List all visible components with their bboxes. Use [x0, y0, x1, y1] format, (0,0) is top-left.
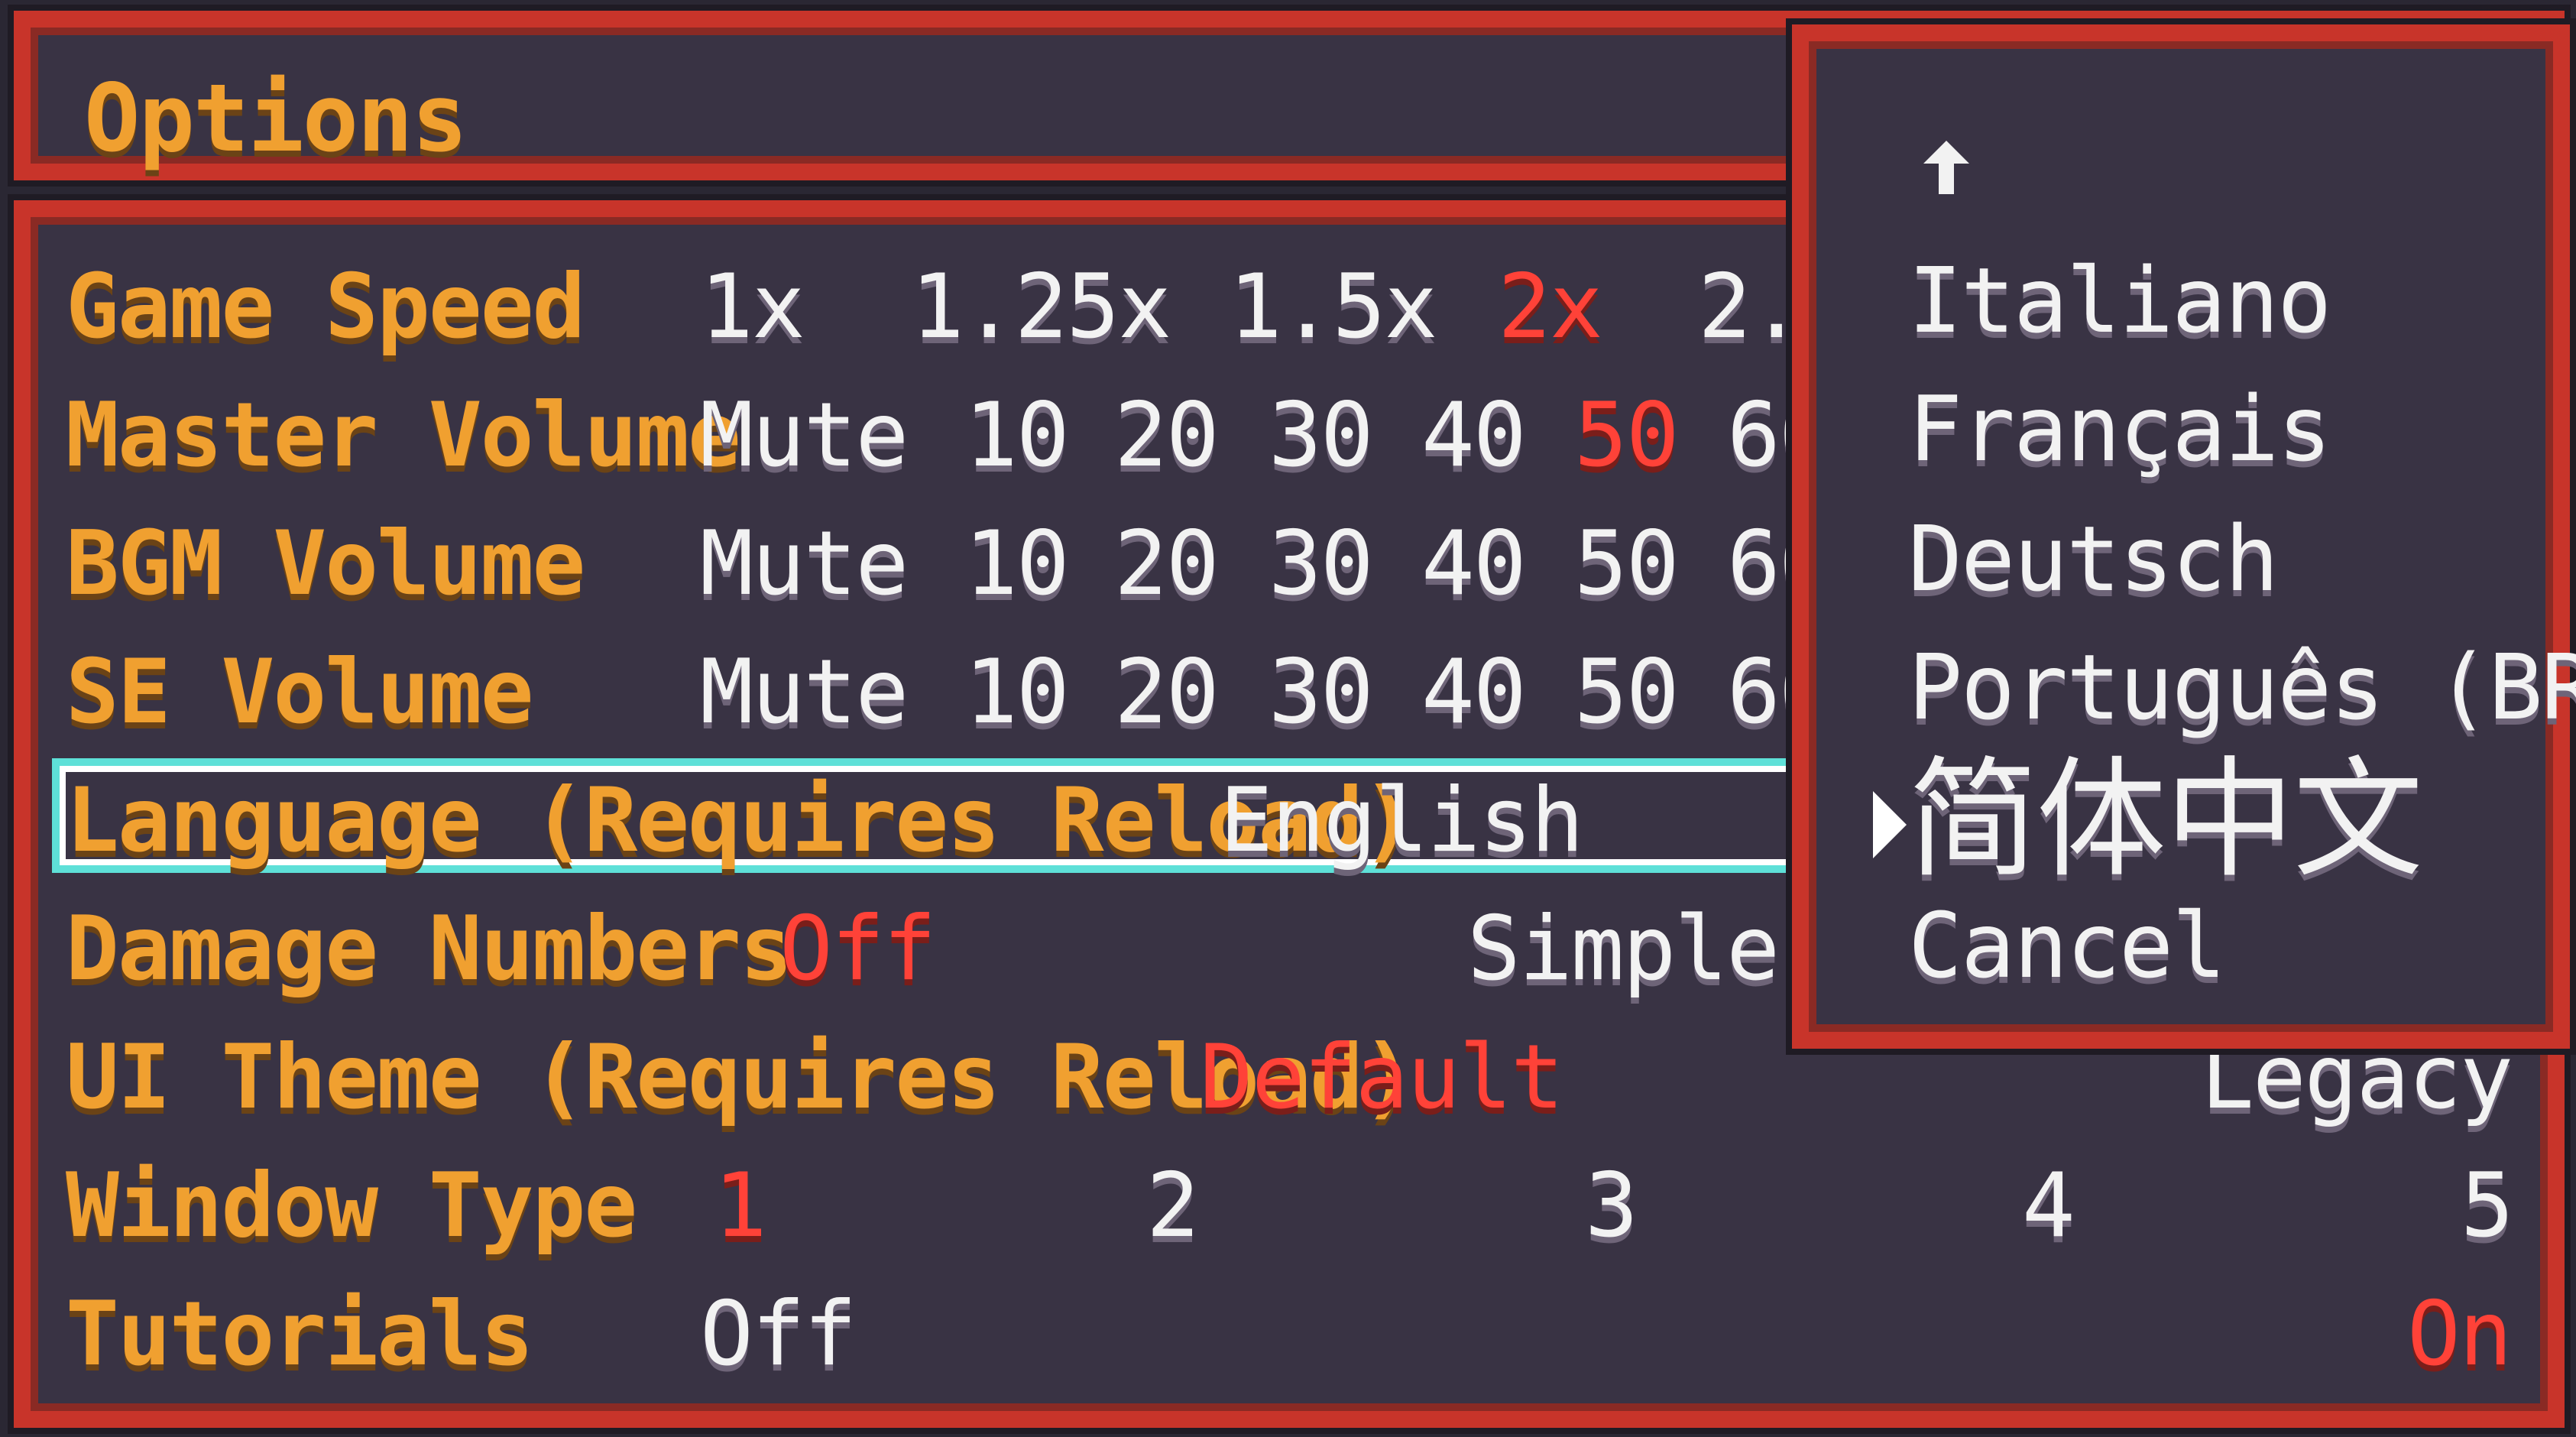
- language-menu-item[interactable]: Français: [1908, 384, 2331, 474]
- tutorials-option-selected[interactable]: On: [2407, 1290, 2513, 1379]
- window-type-option[interactable]: 5: [2461, 1162, 2514, 1250]
- bgm-volume-option[interactable]: 40: [1421, 520, 1527, 608]
- language-menu-item[interactable]: Deutsch: [1908, 514, 2279, 604]
- bgm-volume-option[interactable]: Mute: [700, 520, 909, 608]
- master-volume-option-selected[interactable]: 50: [1574, 391, 1680, 480]
- option-row-window-type[interactable]: Window Type 1 2 3 4 5: [31, 1147, 2548, 1269]
- master-volume-option[interactable]: 40: [1421, 391, 1527, 480]
- option-label-bgm-volume: BGM Volume: [66, 512, 585, 615]
- tutorials-option[interactable]: Off: [700, 1290, 857, 1379]
- master-volume-option[interactable]: 10: [964, 391, 1070, 480]
- language-menu-item-cancel[interactable]: Cancel: [1908, 900, 2226, 991]
- option-label-game-speed: Game Speed: [66, 255, 585, 358]
- window-type-option[interactable]: 3: [1585, 1162, 1638, 1250]
- bgm-volume-option[interactable]: 30: [1269, 520, 1374, 608]
- language-menu-item[interactable]: Português (BR): [1908, 642, 2576, 732]
- page-title: Options: [84, 64, 468, 173]
- option-label-language: Language (Requires Reload): [66, 769, 1415, 872]
- language-menu: Italiano Français Deutsch Português (BR)…: [1792, 24, 2576, 1049]
- master-volume-option[interactable]: 30: [1269, 391, 1374, 480]
- language-value[interactable]: English: [1220, 777, 1584, 865]
- arrow-up-icon[interactable]: [1923, 141, 1969, 194]
- window-type-option[interactable]: 2: [1146, 1162, 1200, 1250]
- option-label-se-volume: SE Volume: [66, 641, 534, 744]
- bgm-volume-option[interactable]: 20: [1114, 520, 1220, 608]
- game-speed-option[interactable]: 1x: [700, 263, 805, 352]
- damage-numbers-option-selected[interactable]: Off: [779, 905, 937, 994]
- se-volume-option[interactable]: 10: [964, 648, 1070, 737]
- master-volume-option[interactable]: 20: [1114, 391, 1220, 480]
- game-speed-option[interactable]: 1.25x: [911, 263, 1171, 352]
- option-label-tutorials: Tutorials: [66, 1283, 534, 1386]
- master-volume-option[interactable]: Mute: [700, 391, 909, 480]
- window-type-option[interactable]: 4: [2022, 1162, 2075, 1250]
- damage-numbers-option[interactable]: Simple: [1467, 905, 1780, 994]
- bgm-volume-option[interactable]: 10: [964, 520, 1070, 608]
- cursor-arrow-icon: [1873, 791, 1907, 858]
- se-volume-option[interactable]: 50: [1574, 648, 1680, 737]
- language-menu-item[interactable]: Italiano: [1908, 255, 2331, 345]
- option-label-window-type: Window Type: [66, 1154, 637, 1257]
- se-volume-option[interactable]: 40: [1421, 648, 1527, 737]
- language-menu-item-highlighted[interactable]: 简体中文: [1908, 755, 2423, 885]
- window-type-option-selected[interactable]: 1: [714, 1162, 767, 1250]
- game-speed-option-selected[interactable]: 2x: [1498, 263, 1603, 352]
- option-row-tutorials[interactable]: Tutorials Off On: [31, 1275, 2548, 1397]
- ui-theme-option-selected[interactable]: Default: [1200, 1033, 1564, 1122]
- option-label-damage-numbers: Damage Numbers: [66, 897, 793, 1001]
- option-label-master-volume: Master Volume: [66, 384, 741, 487]
- game-speed-option[interactable]: 1.5x: [1229, 263, 1437, 352]
- se-volume-option[interactable]: Mute: [700, 648, 909, 737]
- se-volume-option[interactable]: 20: [1114, 648, 1220, 737]
- se-volume-option[interactable]: 30: [1269, 648, 1374, 737]
- bgm-volume-option[interactable]: 50: [1574, 520, 1680, 608]
